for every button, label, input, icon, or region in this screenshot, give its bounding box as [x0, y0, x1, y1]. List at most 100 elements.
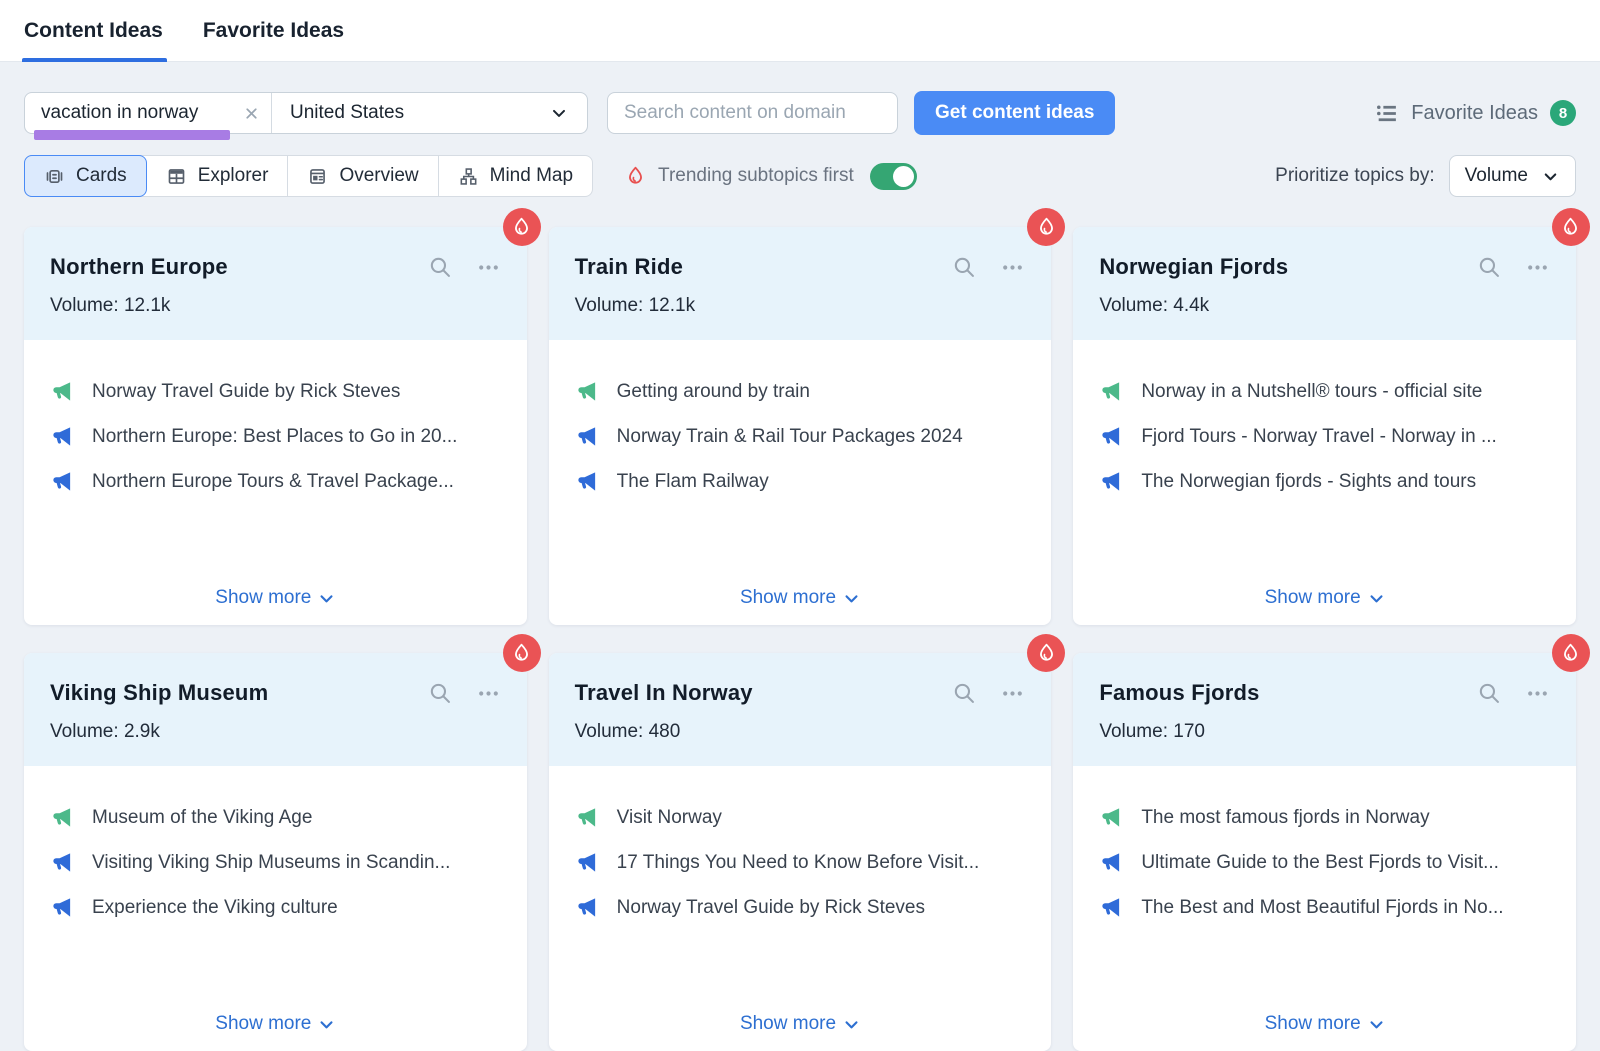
view-explorer[interactable]: Explorer [147, 156, 289, 196]
view-mind-map[interactable]: Mind Map [439, 156, 592, 196]
headline-item[interactable]: Norway Train & Rail Tour Packages 2024 [575, 425, 1026, 448]
headline-text: Museum of the Viking Age [92, 807, 312, 829]
headline-text: Norway in a Nutshell® tours - official s… [1141, 381, 1482, 403]
domain-search-input[interactable] [607, 92, 898, 134]
favorite-ideas-link[interactable]: Favorite Ideas 8 [1374, 100, 1576, 126]
show-more-button[interactable]: Show more [24, 587, 527, 609]
megaphone-icon [50, 470, 73, 493]
headline-item[interactable]: The Norwegian fjords - Sights and tours [1099, 470, 1550, 493]
topic-card-train-ride: Train Ride Volume: [549, 227, 1052, 625]
keyword-input[interactable] [25, 102, 231, 124]
headline-item[interactable]: Fjord Tours - Norway Travel - Norway in … [1099, 425, 1550, 448]
search-topic-button[interactable] [952, 255, 977, 280]
search-icon [428, 681, 453, 706]
search-toolbar: United States Get content ideas Favorite… [24, 91, 1576, 135]
volume-label: Volume: [575, 295, 644, 316]
get-content-ideas-button[interactable]: Get content ideas [914, 91, 1115, 135]
show-more-button[interactable]: Show more [549, 587, 1052, 609]
megaphone-icon [575, 470, 598, 493]
card-menu-button[interactable] [476, 255, 501, 280]
topic-card-viking-ship-museum: Viking Ship Museum [24, 653, 527, 1051]
prioritize-value: Volume [1465, 165, 1528, 187]
active-tab-underline [22, 58, 167, 62]
flame-icon [1559, 216, 1582, 239]
trending-subtopics-toggle[interactable] [870, 163, 917, 190]
headline-text: Norway Travel Guide by Rick Steves [617, 897, 925, 919]
card-menu-button[interactable] [1000, 255, 1025, 280]
megaphone-trending-icon [50, 806, 73, 829]
headline-item[interactable]: The Best and Most Beautiful Fjords in No… [1099, 896, 1550, 919]
trending-badge [503, 208, 541, 246]
tab-favorite-ideas[interactable]: Favorite Ideas [203, 0, 344, 62]
flame-icon [510, 642, 533, 665]
ellipsis-icon [476, 681, 501, 706]
headline-item[interactable]: Museum of the Viking Age [50, 806, 501, 829]
show-more-button[interactable]: Show more [24, 1013, 527, 1035]
view-overview[interactable]: Overview [288, 156, 438, 196]
ellipsis-icon [1000, 681, 1025, 706]
card-menu-button[interactable] [1525, 255, 1550, 280]
trending-badge [1027, 208, 1065, 246]
show-more-button[interactable]: Show more [549, 1013, 1052, 1035]
tab-content-ideas[interactable]: Content Ideas [24, 0, 163, 62]
trending-badge [503, 634, 541, 672]
topic-card-famous-fjords: Famous Fjords Volum [1073, 653, 1576, 1051]
volume-value: 4.4k [1173, 295, 1209, 316]
card-body: Norway in a Nutshell® tours - official s… [1073, 340, 1576, 493]
search-topic-button[interactable] [1477, 681, 1502, 706]
headline-item[interactable]: Norway in a Nutshell® tours - official s… [1099, 380, 1550, 403]
card-menu-button[interactable] [476, 681, 501, 706]
flame-icon [510, 216, 533, 239]
headline-item[interactable]: Visiting Viking Ship Museums in Scandin.… [50, 851, 501, 874]
headline-item[interactable]: The most famous fjords in Norway [1099, 806, 1550, 829]
volume-label: Volume: [1099, 721, 1168, 742]
cards-view-icon [44, 166, 65, 187]
headline-item[interactable]: Ultimate Guide to the Best Fjords to Vis… [1099, 851, 1550, 874]
megaphone-icon [575, 425, 598, 448]
card-body: Museum of the Viking Age Visiting Viking… [24, 766, 527, 919]
search-topic-button[interactable] [952, 681, 977, 706]
volume-value: 12.1k [649, 295, 695, 316]
chevron-down-icon [549, 103, 569, 123]
explorer-view-icon [166, 166, 187, 187]
view-cards[interactable]: Cards [24, 155, 147, 197]
search-topic-button[interactable] [428, 681, 453, 706]
card-menu-button[interactable] [1525, 681, 1550, 706]
topic-cards-grid: Northern Europe Vol [24, 227, 1576, 1051]
show-more-button[interactable]: Show more [1073, 1013, 1576, 1035]
headline-item[interactable]: Experience the Viking culture [50, 896, 501, 919]
clear-keyword-button[interactable] [231, 93, 271, 133]
headline-item[interactable]: Visit Norway [575, 806, 1026, 829]
view-overview-label: Overview [339, 165, 418, 187]
prioritize-dropdown[interactable]: Volume [1449, 155, 1576, 197]
topic-card-travel-in-norway: Travel In Norway Vo [549, 653, 1052, 1051]
search-topic-button[interactable] [428, 255, 453, 280]
ellipsis-icon [1525, 255, 1550, 280]
country-value: United States [290, 102, 404, 124]
card-menu-button[interactable] [1000, 681, 1025, 706]
headline-text: Norway Train & Rail Tour Packages 2024 [617, 426, 963, 448]
show-more-button[interactable]: Show more [1073, 587, 1576, 609]
topic-card-norwegian-fjords: Norwegian Fjords Vo [1073, 227, 1576, 625]
trending-badge [1552, 634, 1590, 672]
card-volume: Volume: 480 [575, 721, 1026, 743]
headline-item[interactable]: The Flam Railway [575, 470, 1026, 493]
chevron-down-icon [318, 590, 335, 607]
headline-text: Visit Norway [617, 807, 722, 829]
headline-item[interactable]: Northern Europe Tours & Travel Package..… [50, 470, 501, 493]
headline-item[interactable]: 17 Things You Need to Know Before Visit.… [575, 851, 1026, 874]
volume-label: Volume: [1099, 295, 1168, 316]
card-header: Travel In Norway Vo [549, 653, 1052, 766]
search-topic-button[interactable] [1477, 255, 1502, 280]
headline-item[interactable]: Getting around by train [575, 380, 1026, 403]
headline-text: The most famous fjords in Norway [1141, 807, 1429, 829]
country-select[interactable]: United States [272, 102, 587, 124]
chevron-down-icon [843, 590, 860, 607]
card-header: Northern Europe Vol [24, 227, 527, 340]
headline-item[interactable]: Northern Europe: Best Places to Go in 20… [50, 425, 501, 448]
card-body: Norway Travel Guide by Rick Steves North… [24, 340, 527, 493]
headline-item[interactable]: Norway Travel Guide by Rick Steves [50, 380, 501, 403]
card-volume: Volume: 12.1k [50, 295, 501, 317]
headline-item[interactable]: Norway Travel Guide by Rick Steves [575, 896, 1026, 919]
megaphone-trending-icon [575, 806, 598, 829]
